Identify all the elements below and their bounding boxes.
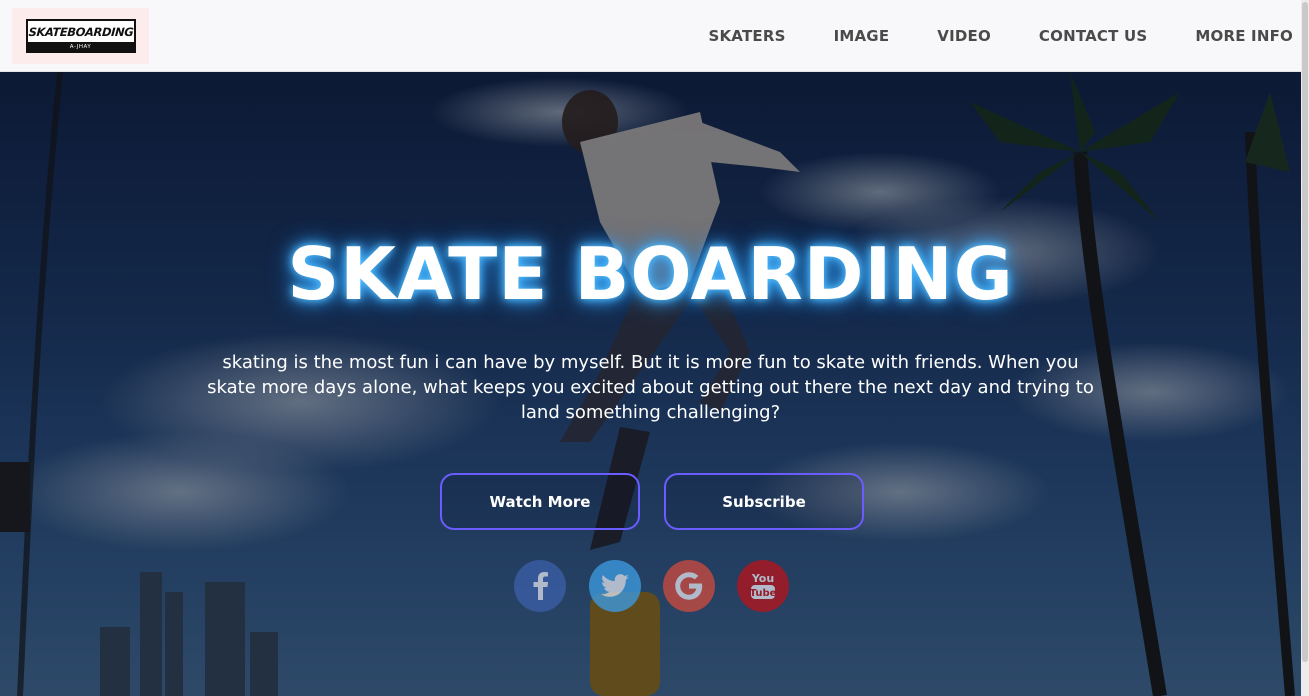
scrollbar-thumb[interactable]: [1302, 2, 1308, 662]
facebook-icon[interactable]: [514, 560, 566, 612]
hero-section: SKATE BOARDING skating is the most fun i…: [0, 72, 1301, 696]
google-icon[interactable]: [663, 560, 715, 612]
nav-link-contact-us[interactable]: CONTACT US: [1039, 27, 1147, 45]
subscribe-button[interactable]: Subscribe: [664, 473, 864, 530]
youtube-icon[interactable]: You Tube: [737, 560, 789, 612]
hero-title: SKATE BOARDING: [287, 232, 1014, 316]
nav-link-image[interactable]: IMAGE: [834, 27, 890, 45]
watch-more-button[interactable]: Watch More: [440, 473, 640, 530]
hero-description: skating is the most fun i can have by my…: [207, 352, 1094, 423]
hero-content: SKATE BOARDING skating is the most fun i…: [0, 72, 1301, 696]
page-scrollbar[interactable]: [1301, 0, 1309, 696]
twitter-icon[interactable]: [589, 560, 641, 612]
logo-subtitle: A-JHAY: [27, 42, 134, 51]
nav-link-video[interactable]: VIDEO: [937, 27, 991, 45]
logo[interactable]: SKATEBOARDING A-JHAY: [12, 8, 149, 64]
navbar: SKATEBOARDING A-JHAY SKATERS IMAGE VIDEO…: [0, 0, 1301, 72]
svg-text:You: You: [751, 572, 774, 585]
svg-text:Tube: Tube: [750, 588, 776, 599]
logo-box: SKATEBOARDING A-JHAY: [25, 19, 136, 53]
main-nav: SKATERS IMAGE VIDEO CONTACT US MORE INFO: [660, 0, 1293, 72]
nav-link-skaters[interactable]: SKATERS: [708, 27, 785, 45]
logo-title: SKATEBOARDING: [27, 24, 134, 39]
nav-link-more-info[interactable]: MORE INFO: [1195, 27, 1293, 45]
